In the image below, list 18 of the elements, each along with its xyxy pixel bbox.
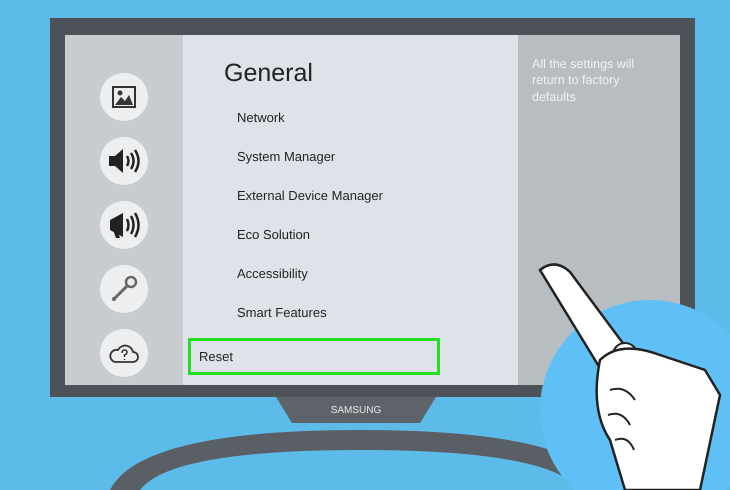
category-button[interactable] — [100, 137, 148, 185]
category-button[interactable] — [100, 201, 148, 249]
menu-item[interactable]: System Manager — [188, 143, 440, 170]
menu-item[interactable]: Reset — [188, 338, 440, 375]
info-text: All the settings will return to factory defaults — [532, 56, 636, 105]
menu-item[interactable]: External Device Manager — [188, 182, 440, 209]
menu-item[interactable]: Eco Solution — [188, 221, 440, 248]
menu-item[interactable]: Accessibility — [188, 260, 440, 287]
speaker-icon — [107, 146, 141, 176]
wrench-icon — [110, 275, 138, 303]
brand-plate: SAMSUNG — [276, 397, 436, 423]
image-icon — [112, 86, 136, 108]
menu-item[interactable]: Smart Features — [188, 299, 440, 326]
category-button[interactable] — [100, 73, 148, 121]
menu-item[interactable]: Network — [188, 104, 440, 131]
category-button[interactable] — [100, 329, 148, 377]
cloud-question-icon — [108, 342, 140, 364]
menu-title: General — [224, 59, 314, 88]
